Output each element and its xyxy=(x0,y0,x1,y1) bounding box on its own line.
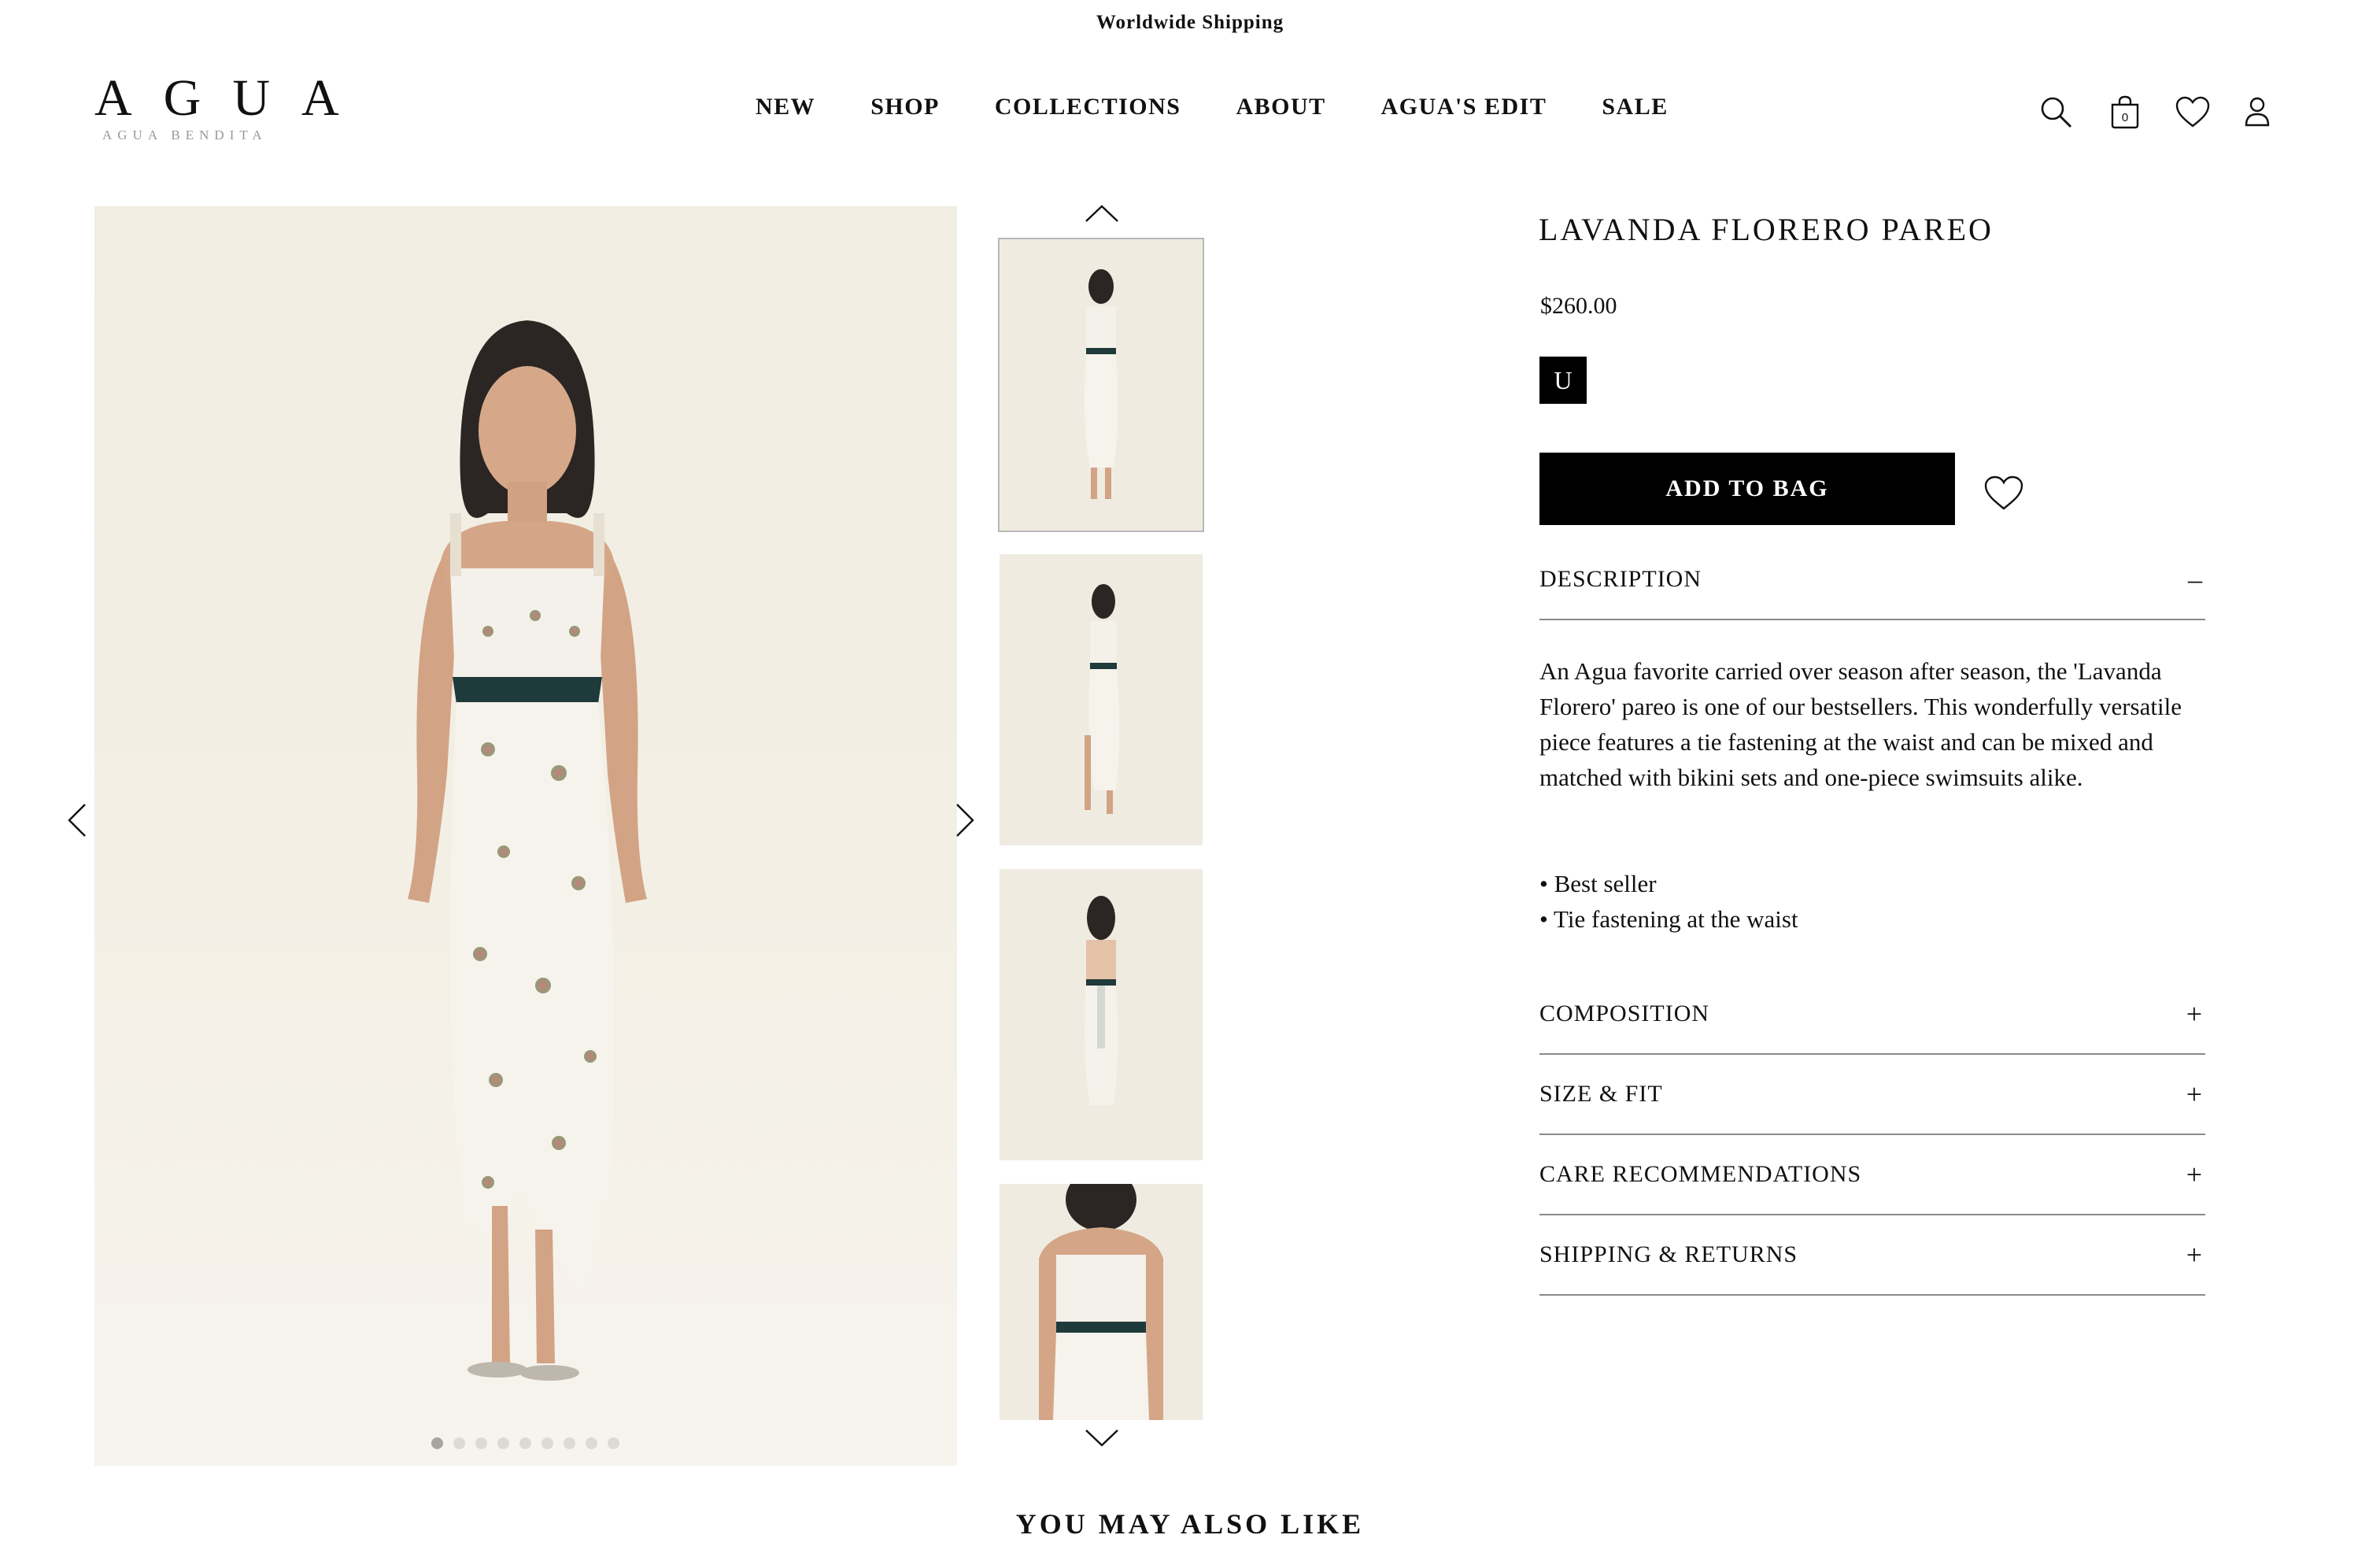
gallery-dot-1[interactable] xyxy=(431,1437,443,1449)
nav-new[interactable]: NEW xyxy=(756,91,815,123)
add-to-bag-button[interactable]: ADD TO BAG xyxy=(1539,453,1955,525)
accordion-care[interactable]: CARE RECOMMENDATIONS + xyxy=(1539,1135,2205,1215)
nav-collections[interactable]: COLLECTIONS xyxy=(995,91,1181,123)
accordion-size-fit-title: SIZE & FIT xyxy=(1539,1081,1663,1107)
accordion-care-title: CARE RECOMMENDATIONS xyxy=(1539,1161,1862,1187)
product-main-image[interactable] xyxy=(94,206,957,1466)
gallery-dot-2[interactable] xyxy=(453,1437,465,1449)
thumbnail-image xyxy=(1084,269,1118,499)
gallery-prev-arrow[interactable] xyxy=(61,797,93,844)
product-title: LAVANDA FLORERO PAREO xyxy=(1539,212,1994,247)
logo-subtitle: AGUA BENDITA xyxy=(102,128,268,142)
bag-icon[interactable]: 0 xyxy=(2106,93,2144,131)
accordion-description-title: DESCRIPTION xyxy=(1539,566,1702,592)
main-navigation: NEW SHOP COLLECTIONS ABOUT AGUA'S EDIT S… xyxy=(756,91,1669,123)
collapse-icon: – xyxy=(2188,564,2202,595)
nav-aguas-edit[interactable]: AGUA'S EDIT xyxy=(1381,91,1547,123)
you-may-also-like-heading: YOU MAY ALSO LIKE xyxy=(1015,1508,1365,1540)
brand-logo[interactable]: AGUA AGUA BENDITA xyxy=(94,72,346,151)
thumbnail-image xyxy=(1039,1184,1163,1420)
gallery-dot-8[interactable] xyxy=(586,1437,597,1449)
bag-count: 0 xyxy=(2122,111,2128,124)
gallery-dot-6[interactable] xyxy=(541,1437,553,1449)
expand-icon: + xyxy=(2186,1078,2202,1110)
nav-sale[interactable]: SALE xyxy=(1602,91,1668,123)
highlight-item: • Tie fastening at the waist xyxy=(1539,905,1798,933)
product-highlights: • Best seller • Tie fastening at the wai… xyxy=(1539,866,2201,937)
search-icon[interactable] xyxy=(2037,93,2075,131)
model-photo xyxy=(408,320,647,1381)
nav-about[interactable]: ABOUT xyxy=(1236,91,1325,123)
product-description: An Agua favorite carried over season aft… xyxy=(1539,657,2182,791)
expand-icon: + xyxy=(2186,1159,2202,1190)
add-to-wishlist-heart-icon[interactable] xyxy=(1982,471,2026,515)
gallery-dot-4[interactable] xyxy=(497,1437,509,1449)
accordion-composition[interactable]: COMPOSITION + xyxy=(1539,975,2205,1055)
expand-icon: + xyxy=(2186,1239,2202,1270)
accordion-shipping-returns-title: SHIPPING & RETURNS xyxy=(1539,1241,1798,1267)
shipping-banner: Worldwide Shipping xyxy=(1096,12,1284,33)
highlight-item: • Best seller xyxy=(1539,870,1657,897)
gallery-dot-3[interactable] xyxy=(475,1437,487,1449)
thumbnail-image xyxy=(1085,584,1120,814)
thumbnails-up-arrow[interactable] xyxy=(1085,202,1119,225)
gallery-dot-9[interactable] xyxy=(608,1437,619,1449)
size-option-u[interactable]: U xyxy=(1539,357,1587,404)
gallery-next-arrow[interactable] xyxy=(949,797,981,844)
thumbnail-back[interactable] xyxy=(1000,869,1203,1160)
nav-shop[interactable]: SHOP xyxy=(870,91,940,123)
product-price: $260.00 xyxy=(1540,293,1617,319)
accordion-size-fit[interactable]: SIZE & FIT + xyxy=(1539,1055,2205,1135)
thumbnail-side[interactable] xyxy=(1000,554,1203,845)
thumbnails-down-arrow[interactable] xyxy=(1085,1426,1119,1450)
expand-icon: + xyxy=(2186,998,2202,1030)
user-icon[interactable] xyxy=(2238,93,2276,131)
accordion-description[interactable]: DESCRIPTION – xyxy=(1539,540,2205,620)
thumbnail-image xyxy=(1084,896,1118,1105)
gallery-dot-5[interactable] xyxy=(519,1437,531,1449)
gallery-dots xyxy=(431,1437,619,1449)
logo-wordmark: AGUA xyxy=(94,69,371,127)
thumbnail-front[interactable] xyxy=(998,238,1204,532)
accordion-shipping-returns[interactable]: SHIPPING & RETURNS + xyxy=(1539,1215,2205,1296)
thumbnail-detail[interactable] xyxy=(1000,1184,1203,1420)
heart-icon[interactable] xyxy=(2174,93,2212,131)
accordion-composition-title: COMPOSITION xyxy=(1539,1000,1710,1026)
gallery-dot-7[interactable] xyxy=(564,1437,575,1449)
